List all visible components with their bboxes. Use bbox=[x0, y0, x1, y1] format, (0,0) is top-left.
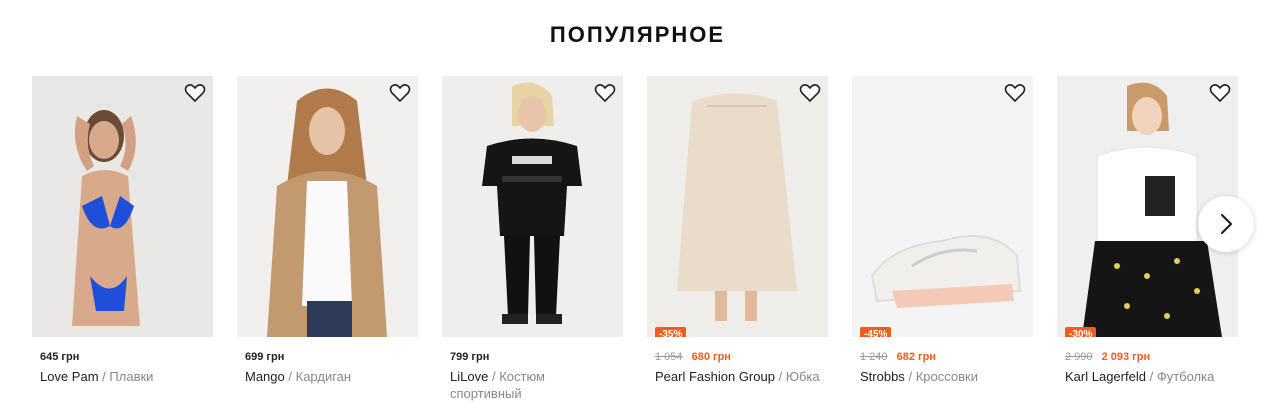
product-name[interactable]: Mango / Кардиган bbox=[237, 368, 410, 385]
product-name[interactable]: Karl Lagerfeld / Футболка bbox=[1057, 368, 1230, 385]
brand-name: Strobbs bbox=[860, 369, 905, 384]
product-type: Футболка bbox=[1156, 369, 1215, 384]
price: 645 грн bbox=[32, 351, 213, 365]
old-price: 1 054 bbox=[655, 351, 683, 363]
product-card[interactable]: 799 грн LiLove / Костюм спортивный bbox=[442, 76, 623, 402]
old-price: 2 990 bbox=[1065, 351, 1093, 363]
price: 2 990 2 093 грн bbox=[1057, 351, 1238, 365]
discount-badge: -35% bbox=[655, 327, 687, 337]
brand-name: Love Pam bbox=[40, 369, 99, 384]
price: 799 грн bbox=[442, 351, 623, 365]
section-title: ПОПУЛЯРНОЕ bbox=[549, 22, 726, 47]
old-price: 1 240 bbox=[860, 351, 888, 363]
current-price: 799 грн bbox=[450, 351, 490, 363]
product-image[interactable] bbox=[442, 76, 623, 337]
current-price: 2 093 грн bbox=[1101, 351, 1151, 363]
brand-name: LiLove bbox=[450, 369, 489, 384]
heart-icon[interactable] bbox=[593, 81, 617, 105]
product-card[interactable]: 699 грн Mango / Кардиган bbox=[237, 76, 418, 385]
product-name[interactable]: LiLove / Костюм спортивный bbox=[442, 368, 615, 402]
brand-name: Mango bbox=[245, 369, 285, 384]
product-type: Плавки bbox=[109, 369, 154, 384]
separator: / bbox=[778, 369, 783, 384]
product-name[interactable]: Pearl Fashion Group / Юбка bbox=[647, 368, 820, 385]
product-type: Кроссовки bbox=[915, 369, 978, 384]
product-image[interactable] bbox=[32, 76, 213, 337]
separator: / bbox=[288, 369, 292, 384]
brand-name: Pearl Fashion Group bbox=[655, 369, 775, 384]
heart-icon[interactable] bbox=[798, 81, 822, 105]
separator: / bbox=[491, 369, 496, 384]
product-type: Юбка bbox=[785, 369, 820, 384]
product-card[interactable]: -35% 1 054 680 грн Pearl Fashion Group /… bbox=[647, 76, 828, 385]
heart-icon[interactable] bbox=[1003, 81, 1027, 105]
heart-icon[interactable] bbox=[388, 81, 412, 105]
brand-name: Karl Lagerfeld bbox=[1065, 369, 1146, 384]
separator: / bbox=[908, 369, 913, 384]
discount-badge: -45% bbox=[860, 327, 892, 337]
heart-icon[interactable] bbox=[183, 81, 207, 105]
heart-icon[interactable] bbox=[1208, 81, 1232, 105]
current-price: 680 грн bbox=[691, 351, 731, 363]
current-price: 682 грн bbox=[896, 351, 936, 363]
price: 1 240 682 грн bbox=[852, 351, 1033, 365]
product-name[interactable]: Strobbs / Кроссовки bbox=[852, 368, 1025, 385]
current-price: 699 грн bbox=[245, 351, 285, 363]
product-image[interactable]: -35% bbox=[647, 76, 828, 337]
price: 699 грн bbox=[237, 351, 418, 365]
product-image[interactable]: -45% bbox=[852, 76, 1033, 337]
chevron-right-icon bbox=[1220, 213, 1233, 235]
product-card[interactable]: 645 грн Love Pam / Плавки bbox=[32, 76, 213, 385]
discount-badge: -30% bbox=[1065, 327, 1097, 337]
product-type: Кардиган bbox=[295, 369, 352, 384]
separator: / bbox=[102, 369, 106, 384]
current-price: 645 грн bbox=[40, 351, 80, 363]
product-name[interactable]: Love Pam / Плавки bbox=[32, 368, 205, 385]
product-image[interactable] bbox=[237, 76, 418, 337]
product-card[interactable]: -45% 1 240 682 грн Strobbs / Кроссовки bbox=[852, 76, 1033, 385]
separator: / bbox=[1149, 369, 1154, 384]
carousel-next-button[interactable] bbox=[1198, 196, 1254, 252]
price: 1 054 680 грн bbox=[647, 351, 828, 365]
